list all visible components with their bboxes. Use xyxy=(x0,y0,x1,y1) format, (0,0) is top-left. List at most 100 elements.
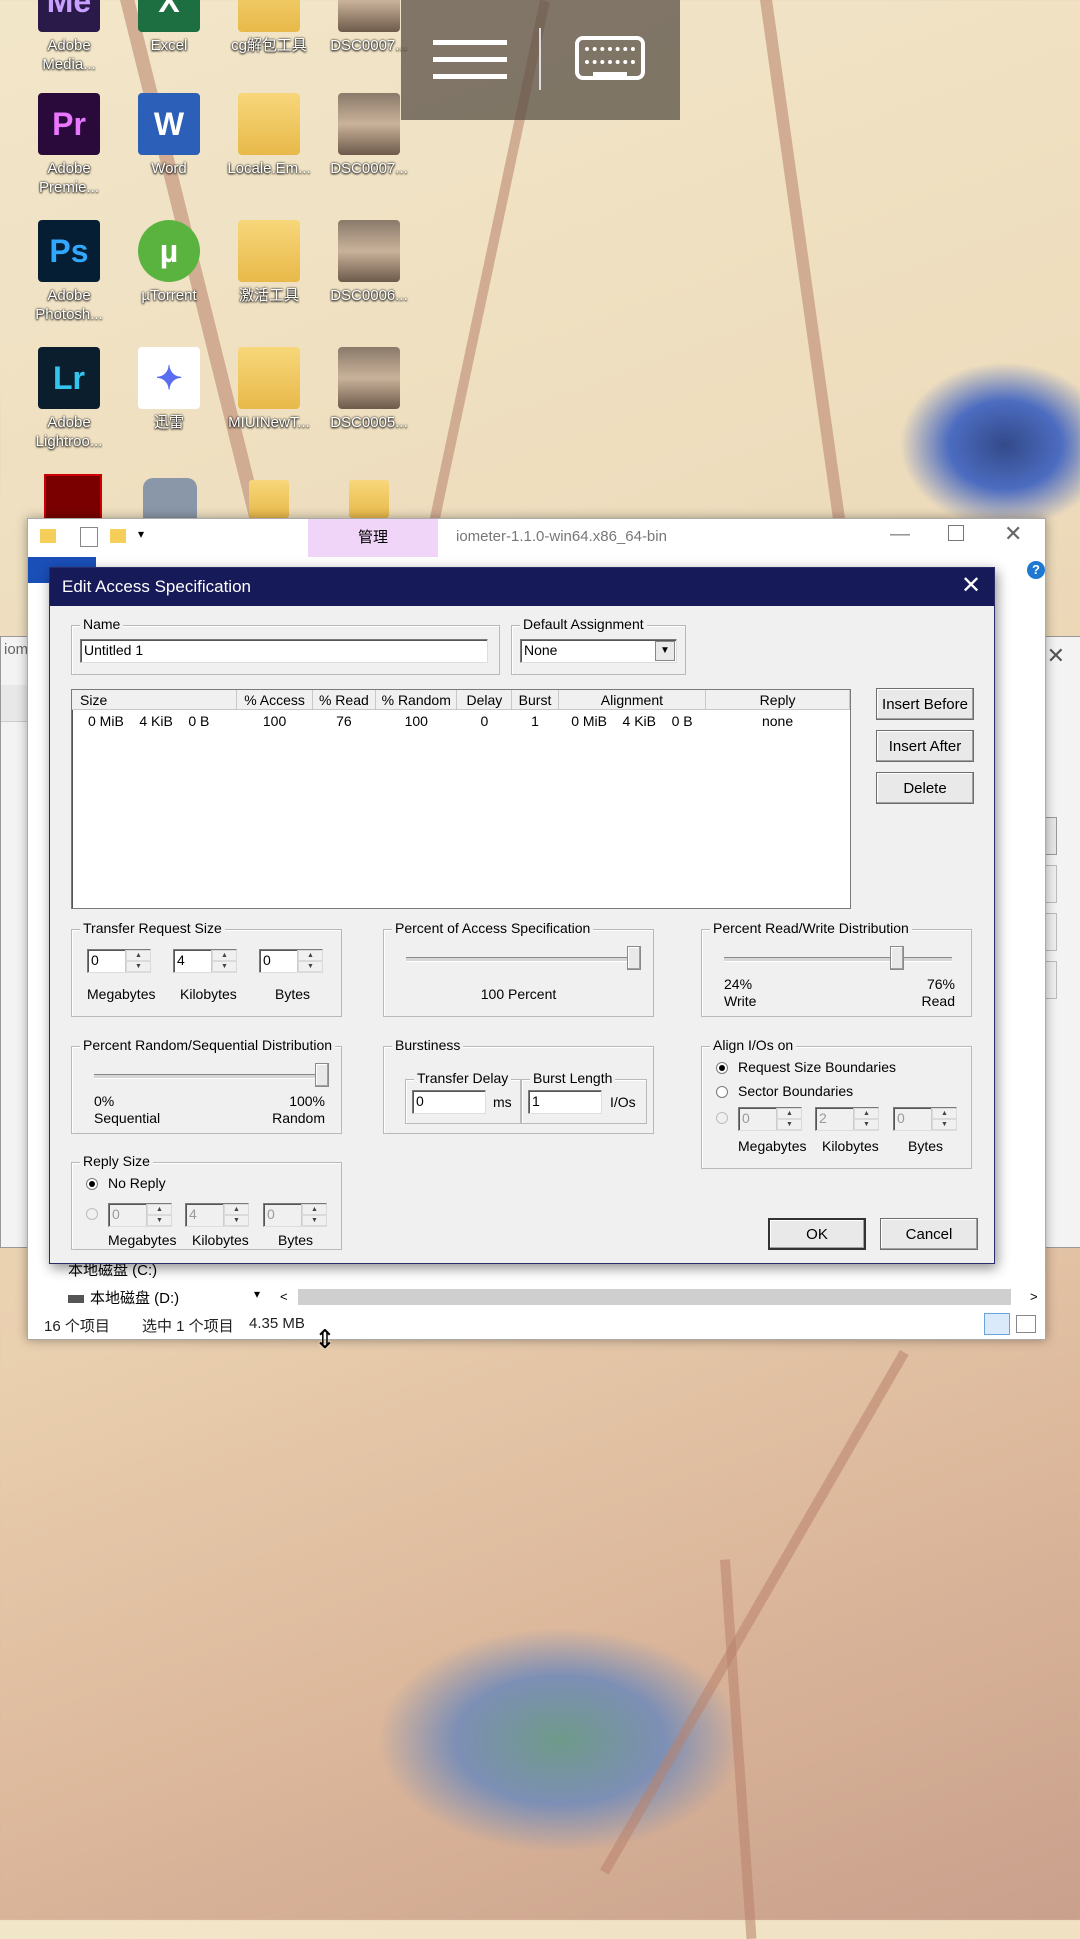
default-assignment-select[interactable]: None ▼ xyxy=(520,639,677,663)
desktop-icon[interactable]: X Excel xyxy=(119,0,219,55)
desktop-icon[interactable]: Me Adobe Media... xyxy=(19,0,119,74)
desktop-icon[interactable]: ✦ 迅雷 xyxy=(119,347,219,432)
desktop-icon[interactable]: 激活工具 xyxy=(219,220,319,305)
desktop-icon[interactable]: MIUINewT... xyxy=(219,347,319,432)
column-header-burst[interactable]: Burst xyxy=(511,690,559,710)
details-view-icon[interactable] xyxy=(984,1313,1010,1335)
desktop-icon[interactable]: Pr Adobe Premie... xyxy=(19,93,119,197)
desktop-icon[interactable]: cg解包工具 xyxy=(219,0,319,55)
sector-boundaries-radio[interactable] xyxy=(716,1086,728,1098)
column-header-delay[interactable]: Delay xyxy=(456,690,513,710)
stepper-up-icon[interactable]: ▲ xyxy=(212,950,237,961)
cancel-button[interactable]: Cancel xyxy=(880,1218,978,1250)
column-header-access[interactable]: % Access xyxy=(236,690,313,710)
custom-alignment-radio[interactable] xyxy=(716,1112,728,1124)
desktop-icon[interactable]: DSC0006... xyxy=(319,220,419,305)
reply-size-radio[interactable] xyxy=(86,1208,98,1220)
random-sequential-slider[interactable] xyxy=(315,1063,329,1087)
insert-before-button[interactable]: Insert Before xyxy=(876,688,974,720)
desktop-icon[interactable]: DSC0005... xyxy=(319,347,419,432)
reply-megabytes-stepper[interactable]: ▲ ▼ xyxy=(146,1204,172,1226)
app-icon[interactable] xyxy=(143,478,197,518)
reply-kilobytes-stepper[interactable]: ▲ ▼ xyxy=(223,1204,249,1226)
menu-icon[interactable] xyxy=(433,40,507,84)
stepper-up-icon[interactable]: ▲ xyxy=(126,950,151,961)
bytes-label: Bytes xyxy=(908,1138,944,1154)
read-write-slider[interactable] xyxy=(890,946,905,970)
stepper-down-icon[interactable]: ▼ xyxy=(854,1119,879,1130)
stepper-down-icon[interactable]: ▼ xyxy=(224,1215,249,1226)
stepper-down-icon[interactable]: ▼ xyxy=(302,1215,327,1226)
folder-icon[interactable] xyxy=(249,480,289,518)
kilobytes-stepper[interactable]: ▲ ▼ xyxy=(211,950,237,972)
chevron-down-icon[interactable]: ▾ xyxy=(254,1287,260,1301)
stepper-up-icon[interactable]: ▲ xyxy=(302,1204,327,1215)
minimize-icon[interactable]: — xyxy=(890,523,910,546)
stepper-up-icon[interactable]: ▲ xyxy=(777,1108,802,1119)
nav-item-drive-d[interactable]: 本地磁盘 (D:) xyxy=(68,1287,179,1308)
properties-icon[interactable] xyxy=(80,527,98,547)
stepper-up-icon[interactable]: ▲ xyxy=(932,1108,957,1119)
photo-thumbnail-icon xyxy=(338,220,400,282)
burst-length-input[interactable]: 1 xyxy=(528,1090,602,1114)
stepper-up-icon[interactable]: ▲ xyxy=(298,950,323,961)
folder-icon[interactable] xyxy=(349,480,389,518)
desktop-icon-label: µTorrent xyxy=(141,287,197,304)
no-reply-radio[interactable] xyxy=(86,1178,98,1190)
keyboard-icon[interactable] xyxy=(575,36,645,80)
scroll-left-icon[interactable]: < xyxy=(280,1289,288,1304)
horizontal-scrollbar[interactable] xyxy=(298,1289,1011,1305)
chevron-down-icon[interactable]: ▼ xyxy=(655,641,675,661)
ribbon-tab-manage[interactable]: 管理 xyxy=(308,519,438,557)
column-header-random[interactable]: % Random xyxy=(375,690,458,710)
megabytes-stepper[interactable]: ▲ ▼ xyxy=(125,950,151,972)
close-icon[interactable]: ✕ xyxy=(1004,521,1022,547)
access-spec-table[interactable]: Size % Access % Read % Random Delay Burs… xyxy=(71,689,851,909)
desktop-icon-label: Locale.Em... xyxy=(227,160,311,177)
percent-access-slider[interactable] xyxy=(627,946,641,970)
align-megabytes-stepper[interactable]: ▲ ▼ xyxy=(776,1108,802,1130)
stepper-up-icon[interactable]: ▲ xyxy=(224,1204,249,1215)
column-header-size[interactable]: Size xyxy=(72,690,238,710)
no-reply-label: No Reply xyxy=(108,1175,166,1191)
bytes-stepper[interactable]: ▲ ▼ xyxy=(297,950,323,972)
desktop-icon[interactable]: Lr Adobe Lightroo... xyxy=(19,347,119,451)
desktop-icon[interactable]: µ µTorrent xyxy=(119,220,219,305)
name-input[interactable]: Untitled 1 xyxy=(80,639,488,663)
adobe-media-icon: Me xyxy=(38,0,100,32)
transfer-delay-input[interactable]: 0 xyxy=(412,1090,486,1114)
reply-bytes-stepper[interactable]: ▲ ▼ xyxy=(301,1204,327,1226)
large-icons-view-icon[interactable] xyxy=(1016,1315,1036,1333)
delete-button[interactable]: Delete xyxy=(876,772,974,804)
stepper-down-icon[interactable]: ▼ xyxy=(932,1119,957,1130)
table-row[interactable]: 0 MiB 4 KiB 0 B 100 76 100 0 1 0 MiB 4 K… xyxy=(72,710,850,733)
close-icon[interactable]: ✕ xyxy=(1047,643,1065,669)
column-header-read[interactable]: % Read xyxy=(312,690,377,710)
desktop-icon[interactable]: Ps Adobe Photosh... xyxy=(19,220,119,324)
column-header-alignment[interactable]: Alignment xyxy=(558,690,707,710)
help-icon[interactable]: ? xyxy=(1027,561,1045,579)
maximize-icon[interactable] xyxy=(948,525,964,541)
scroll-right-icon[interactable]: > xyxy=(1030,1289,1038,1304)
desktop-icon[interactable]: Locale.Em... xyxy=(219,93,319,178)
desktop-icon[interactable]: W Word xyxy=(119,93,219,178)
stepper-down-icon[interactable]: ▼ xyxy=(777,1119,802,1130)
acrobat-icon[interactable] xyxy=(44,474,102,522)
stepper-up-icon[interactable]: ▲ xyxy=(147,1204,172,1215)
column-header-reply[interactable]: Reply xyxy=(705,690,850,710)
stepper-down-icon[interactable]: ▼ xyxy=(298,961,323,972)
close-icon[interactable]: ✕ xyxy=(956,571,986,601)
align-bytes-stepper[interactable]: ▲ ▼ xyxy=(931,1108,957,1130)
nav-item-label: 本地磁盘 (D:) xyxy=(90,1290,180,1307)
stepper-up-icon[interactable]: ▲ xyxy=(854,1108,879,1119)
stepper-down-icon[interactable]: ▼ xyxy=(147,1215,172,1226)
request-size-boundaries-radio[interactable] xyxy=(716,1062,728,1074)
align-kilobytes-stepper[interactable]: ▲ ▼ xyxy=(853,1108,879,1130)
new-folder-icon[interactable] xyxy=(110,529,126,543)
insert-after-button[interactable]: Insert After xyxy=(876,730,974,762)
cell-size: 0 MiB 4 KiB 0 B xyxy=(88,713,210,729)
ok-button[interactable]: OK xyxy=(768,1218,866,1250)
chevron-down-icon[interactable]: ▾ xyxy=(138,527,144,541)
stepper-down-icon[interactable]: ▼ xyxy=(212,961,237,972)
stepper-down-icon[interactable]: ▼ xyxy=(126,961,151,972)
